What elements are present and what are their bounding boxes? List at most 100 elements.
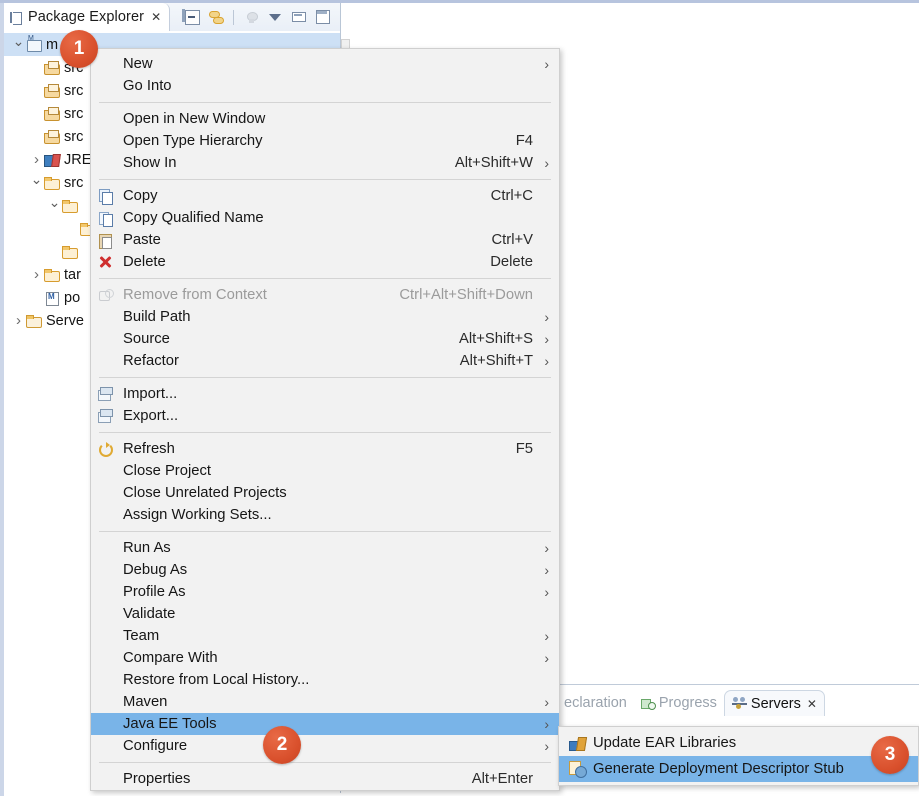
menu-separator <box>99 102 551 103</box>
menu-item[interactable]: Show In Alt+Shift+W › <box>91 152 559 174</box>
menu-item[interactable]: Maven › <box>91 691 559 713</box>
submenu-chevron-icon: › <box>544 716 549 732</box>
menu-item[interactable]: Java EE Tools › <box>91 713 559 735</box>
java-ee-tools-submenu[interactable]: Update EAR Libraries Generate Deployment … <box>558 726 919 786</box>
bottom-tab[interactable]: eclaration <box>557 690 634 716</box>
jre-library-icon <box>43 152 61 168</box>
paste-icon <box>99 233 112 249</box>
focus-on-active-task-button[interactable] <box>240 6 262 28</box>
menu-item[interactable]: Restore from Local History... <box>91 669 559 691</box>
menu-item[interactable]: Refactor Alt+Shift+T › <box>91 350 559 372</box>
close-icon[interactable]: ✕ <box>807 697 817 711</box>
tree-item-label: src <box>64 82 84 99</box>
bottom-tab[interactable]: Servers ✕ <box>723 690 825 716</box>
menu-item-label: Open in New Window <box>123 111 266 127</box>
menu-separator <box>99 531 551 532</box>
submenu-item[interactable]: Update EAR Libraries <box>559 730 918 756</box>
menu-item-label: Source <box>123 331 170 347</box>
menu-item[interactable]: Assign Working Sets... <box>91 504 559 526</box>
menu-item-icon-slot <box>91 154 123 172</box>
menu-item-icon-slot <box>91 770 123 788</box>
delete-icon <box>91 253 123 271</box>
menu-item[interactable]: Delete Delete <box>91 251 559 273</box>
menu-item-icon-slot <box>91 539 123 557</box>
project-context-menu[interactable]: New › Go Into Open in New Window Open Type H… <box>90 48 560 791</box>
collapse-all-button[interactable] <box>181 6 203 28</box>
chevron-down-icon[interactable] <box>30 175 43 190</box>
menu-item-label: Java EE Tools <box>123 716 217 732</box>
menu-item[interactable]: Copy Ctrl+C <box>91 185 559 207</box>
view-menu-button[interactable] <box>264 6 286 28</box>
minimize-icon <box>292 12 306 22</box>
menu-item[interactable]: Refresh F5 <box>91 438 559 460</box>
menu-item[interactable]: Source Alt+Shift+S › <box>91 328 559 350</box>
menu-item[interactable]: Build Path › <box>91 306 559 328</box>
minimize-button[interactable] <box>288 6 310 28</box>
menu-item[interactable]: Copy Qualified Name <box>91 207 559 229</box>
menu-item[interactable]: Configure › <box>91 735 559 757</box>
menu-item-shortcut: F4 <box>515 133 533 149</box>
tree-item-label: JRE <box>64 151 92 168</box>
submenu-chevron-icon: › <box>544 309 549 325</box>
menu-item[interactable]: Go Into <box>91 75 559 97</box>
tree-item-label: Serve <box>46 312 84 329</box>
menu-item[interactable]: Paste Ctrl+V <box>91 229 559 251</box>
close-icon[interactable]: ✕ <box>151 10 161 24</box>
menu-item[interactable]: Team › <box>91 625 559 647</box>
eclipse-ide-window: Package Explorer ✕ m -firstsrcsrcsrcsrcJ… <box>0 0 919 796</box>
menu-item[interactable]: Open Type Hierarchy F4 <box>91 130 559 152</box>
tree-item-label: tar <box>64 266 81 283</box>
submenu-chevron-icon: › <box>544 353 549 369</box>
tree-item-label: po <box>64 289 81 306</box>
chevron-right-icon[interactable] <box>30 152 43 167</box>
submenu-chevron-icon: › <box>544 540 549 556</box>
menu-item[interactable]: Close Project <box>91 460 559 482</box>
menu-item-label: Close Unrelated Projects <box>123 485 287 501</box>
source-folder-icon <box>43 106 61 122</box>
toolbar-divider <box>233 9 234 25</box>
bottom-view-tabstrip[interactable]: eclaration Progress Servers ✕ <box>557 688 919 716</box>
menu-item[interactable]: Validate <box>91 603 559 625</box>
folder-icon <box>43 175 61 191</box>
submenu-chevron-icon: › <box>544 56 549 72</box>
menu-item[interactable]: Profile As › <box>91 581 559 603</box>
chevron-down-icon[interactable] <box>48 198 61 213</box>
menu-item[interactable]: New › <box>91 53 559 75</box>
menu-item[interactable]: Close Unrelated Projects <box>91 482 559 504</box>
menu-item-icon-slot <box>91 330 123 348</box>
tree-item-label: src <box>64 174 84 191</box>
menu-item[interactable]: Run As › <box>91 537 559 559</box>
menu-item-icon-slot <box>91 649 123 667</box>
menu-item[interactable]: Debug As › <box>91 559 559 581</box>
menu-item-icon-slot <box>91 308 123 326</box>
chevron-right-icon[interactable] <box>30 267 43 282</box>
tree-item-label: src <box>64 105 84 122</box>
source-folder-icon <box>43 83 61 99</box>
menu-item[interactable]: Open in New Window <box>91 108 559 130</box>
menu-item[interactable]: Import... <box>91 383 559 405</box>
chevron-right-icon[interactable] <box>12 313 25 328</box>
copy-icon <box>91 187 123 205</box>
menu-item-icon-slot <box>91 506 123 524</box>
menu-item-icon-slot <box>91 627 123 645</box>
menu-item-label: Close Project <box>123 463 211 479</box>
menu-item-shortcut: F5 <box>515 441 533 457</box>
menu-item[interactable]: Compare With › <box>91 647 559 669</box>
submenu-item[interactable]: Generate Deployment Descriptor Stub <box>559 756 918 782</box>
menu-separator <box>99 179 551 180</box>
maximize-button[interactable] <box>312 6 334 28</box>
export-icon <box>98 409 113 423</box>
submenu-chevron-icon: › <box>544 738 549 754</box>
menu-item-label: Show In <box>123 155 177 171</box>
bottom-tab[interactable]: Progress <box>634 690 724 716</box>
menu-item[interactable]: Export... <box>91 405 559 427</box>
chevron-down-icon[interactable] <box>12 37 25 52</box>
menu-item-shortcut: Alt+Shift+T <box>459 353 533 369</box>
menu-separator <box>99 762 551 763</box>
menu-item[interactable]: Properties Alt+Enter <box>91 768 559 790</box>
step-badge-1: 1 <box>60 30 98 68</box>
tab-package-explorer[interactable]: Package Explorer ✕ <box>4 3 171 31</box>
link-with-editor-button[interactable] <box>205 6 227 28</box>
servers-icon <box>731 697 747 710</box>
menu-item-shortcut: Ctrl+C <box>490 188 533 204</box>
